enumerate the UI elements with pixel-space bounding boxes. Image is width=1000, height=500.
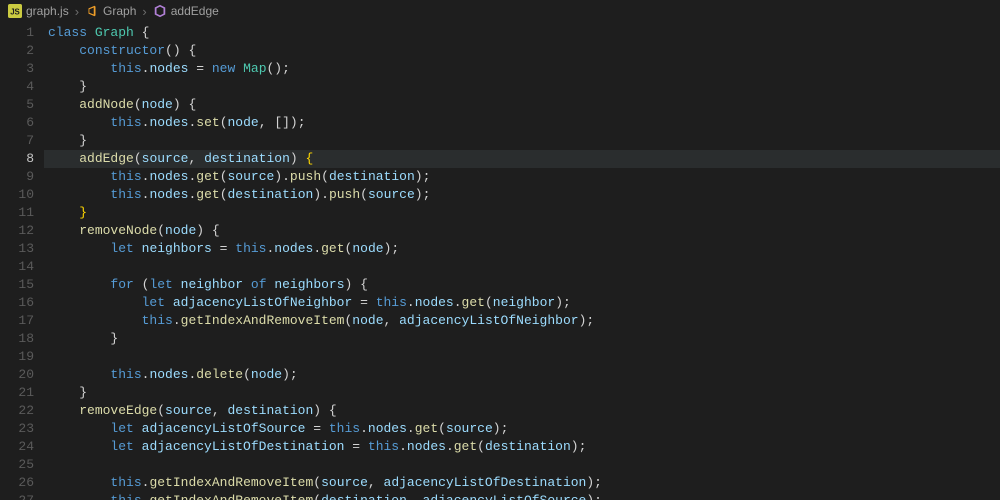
code-line[interactable]: let neighbors = this.nodes.get(node); — [48, 240, 1000, 258]
code-line[interactable]: constructor() { — [48, 42, 1000, 60]
code-line[interactable]: addNode(node) { — [48, 96, 1000, 114]
line-number: 18 — [0, 330, 34, 348]
code-line[interactable]: } — [48, 78, 1000, 96]
line-number: 16 — [0, 294, 34, 312]
line-number: 4 — [0, 78, 34, 96]
code-line[interactable]: } — [48, 384, 1000, 402]
code-line[interactable]: this.getIndexAndRemoveItem(node, adjacen… — [48, 312, 1000, 330]
svg-text:JS: JS — [10, 8, 20, 17]
line-number-gutter[interactable]: 1234567891011121314151617181920212223242… — [0, 22, 48, 500]
line-number: 9 — [0, 168, 34, 186]
code-line[interactable]: class Graph { — [48, 24, 1000, 42]
breadcrumb-file[interactable]: graph.js — [26, 4, 69, 18]
line-number: 10 — [0, 186, 34, 204]
code-line[interactable]: for (let neighbor of neighbors) { — [48, 276, 1000, 294]
line-number: 8 — [0, 150, 34, 168]
line-number: 27 — [0, 492, 34, 500]
code-line[interactable]: this.nodes.get(destination).push(source)… — [48, 186, 1000, 204]
method-icon — [153, 4, 167, 18]
line-number: 25 — [0, 456, 34, 474]
line-number: 26 — [0, 474, 34, 492]
code-line[interactable]: let adjacencyListOfDestination = this.no… — [48, 438, 1000, 456]
line-number: 21 — [0, 384, 34, 402]
line-number: 15 — [0, 276, 34, 294]
line-number: 20 — [0, 366, 34, 384]
breadcrumb-method[interactable]: addEdge — [171, 4, 219, 18]
code-line[interactable]: this.nodes = new Map(); — [48, 60, 1000, 78]
code-line[interactable]: } — [48, 132, 1000, 150]
chevron-right-icon: › — [140, 4, 148, 19]
line-number: 5 — [0, 96, 34, 114]
breadcrumb-class[interactable]: Graph — [103, 4, 136, 18]
chevron-right-icon: › — [73, 4, 81, 19]
code-line[interactable]: let adjacencyListOfSource = this.nodes.g… — [48, 420, 1000, 438]
code-line[interactable]: this.getIndexAndRemoveItem(destination, … — [48, 492, 1000, 500]
code-line[interactable]: removeEdge(source, destination) { — [48, 402, 1000, 420]
code-content[interactable]: class Graph { constructor() { this.nodes… — [48, 22, 1000, 500]
line-number: 2 — [0, 42, 34, 60]
code-line[interactable]: this.nodes.delete(node); — [48, 366, 1000, 384]
code-line[interactable]: } — [48, 330, 1000, 348]
line-number: 11 — [0, 204, 34, 222]
line-number: 24 — [0, 438, 34, 456]
line-number: 22 — [0, 402, 34, 420]
line-number: 23 — [0, 420, 34, 438]
code-editor[interactable]: 1234567891011121314151617181920212223242… — [0, 22, 1000, 500]
line-number: 1 — [0, 24, 34, 42]
breadcrumb[interactable]: JS graph.js › Graph › addEdge — [0, 0, 1000, 22]
line-number: 17 — [0, 312, 34, 330]
line-number: 14 — [0, 258, 34, 276]
line-number: 13 — [0, 240, 34, 258]
line-number: 3 — [0, 60, 34, 78]
line-number: 7 — [0, 132, 34, 150]
code-line[interactable]: this.nodes.set(node, []); — [48, 114, 1000, 132]
code-line[interactable]: this.nodes.get(source).push(destination)… — [48, 168, 1000, 186]
code-line[interactable] — [48, 456, 1000, 474]
code-line[interactable]: } — [48, 204, 1000, 222]
code-line[interactable]: let adjacencyListOfNeighbor = this.nodes… — [48, 294, 1000, 312]
line-number: 6 — [0, 114, 34, 132]
code-line[interactable] — [48, 348, 1000, 366]
code-line[interactable]: removeNode(node) { — [48, 222, 1000, 240]
code-line[interactable] — [48, 258, 1000, 276]
js-file-icon: JS — [8, 4, 22, 18]
line-number: 19 — [0, 348, 34, 366]
class-icon — [85, 4, 99, 18]
line-number: 12 — [0, 222, 34, 240]
code-line[interactable]: addEdge(source, destination) { — [44, 150, 1000, 168]
code-line[interactable]: this.getIndexAndRemoveItem(source, adjac… — [48, 474, 1000, 492]
